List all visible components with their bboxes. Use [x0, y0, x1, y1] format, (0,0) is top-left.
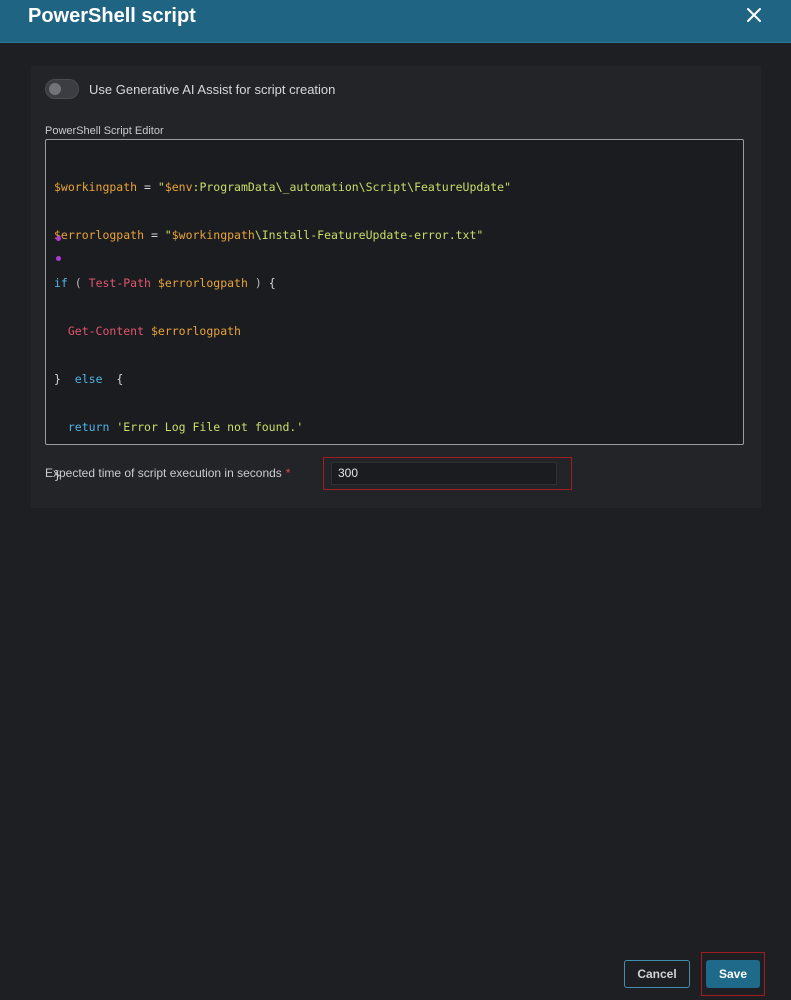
- code-line-5: } else {: [54, 372, 124, 386]
- ai-assist-toggle[interactable]: [45, 79, 79, 99]
- execution-time-label-text: Expected time of script execution in sec…: [45, 466, 282, 480]
- execution-time-input[interactable]: 300: [331, 462, 557, 485]
- execution-time-label: Expected time of script execution in sec…: [45, 466, 290, 480]
- code-line-3: if ( Test-Path $errorlogpath ) {: [54, 276, 276, 290]
- save-highlight: Save: [701, 952, 765, 996]
- dialog-header: PowerShell script: [0, 0, 791, 43]
- code-line-2: $errorlogpath = "$workingpath\Install-Fe…: [54, 228, 484, 242]
- code-line-4: Get-Content $errorlogpath: [67, 324, 241, 338]
- close-icon[interactable]: [745, 6, 763, 24]
- code-line-6: return 'Error Log File not found.': [67, 420, 304, 434]
- code-line-1: $workingpath = "$env:ProgramData\_automa…: [54, 180, 512, 194]
- toggle-knob: [49, 83, 61, 95]
- execution-time-highlight: 300: [323, 457, 572, 490]
- bracket-match-marker-bottom: [56, 256, 61, 261]
- ai-assist-label: Use Generative AI Assist for script crea…: [89, 82, 336, 97]
- script-editor[interactable]: $workingpath = "$env:ProgramData\_automa…: [45, 139, 744, 482]
- bracket-match-marker-top: [56, 236, 61, 241]
- dialog-title: PowerShell script: [28, 5, 196, 27]
- editor-label: PowerShell Script Editor: [45, 125, 164, 137]
- save-button[interactable]: Save: [706, 960, 760, 988]
- cancel-button[interactable]: Cancel: [624, 960, 690, 988]
- required-asterisk: *: [285, 466, 291, 480]
